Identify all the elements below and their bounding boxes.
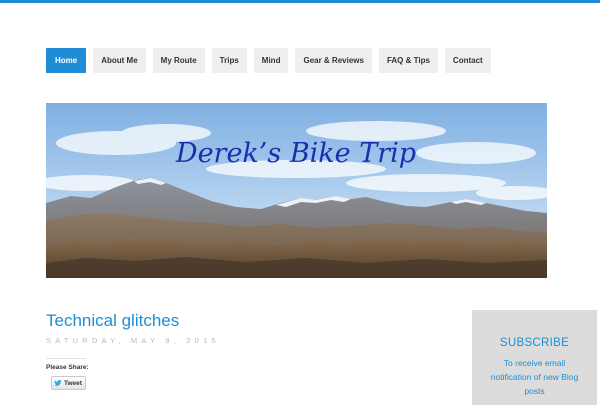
twitter-bird-icon <box>54 380 62 386</box>
mountain-landscape-image: Derek’s Bike Trip <box>46 103 547 278</box>
main-navigation: Home About Me My Route Trips Mind Gear &… <box>46 48 498 73</box>
subscribe-description: To receive email notification of new Blo… <box>490 358 579 396</box>
tweet-button[interactable]: Tweet <box>51 376 86 390</box>
nav-item-gear-reviews[interactable]: Gear & Reviews <box>295 48 372 73</box>
site-title: Derek’s Bike Trip <box>175 138 416 169</box>
tweet-label: Tweet <box>64 379 82 387</box>
top-accent-bar <box>0 0 600 3</box>
nav-item-my-route[interactable]: My Route <box>152 48 205 73</box>
nav-item-faq-tips[interactable]: FAQ & Tips <box>378 48 438 73</box>
nav-item-trips[interactable]: Trips <box>211 48 247 73</box>
nav-item-mind[interactable]: Mind <box>253 48 289 73</box>
share-label: Please Share: <box>46 364 89 371</box>
subscribe-widget: SUBSCRIBE To receive email notification … <box>472 310 597 405</box>
nav-item-home[interactable]: Home <box>46 48 87 73</box>
nav-item-about-me[interactable]: About Me <box>93 48 146 73</box>
subscribe-title: SUBSCRIBE <box>499 337 570 349</box>
post-date: SATURDAY, MAY 9, 2015 <box>46 336 220 345</box>
nav-item-contact[interactable]: Contact <box>444 48 491 73</box>
post-title[interactable]: Technical glitches <box>46 311 179 331</box>
header-banner[interactable]: Derek’s Bike Trip <box>46 103 547 278</box>
share-divider <box>46 358 86 359</box>
